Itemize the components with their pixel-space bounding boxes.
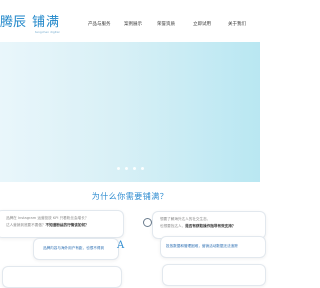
answer-a-icon: A (117, 240, 125, 251)
card-1-line-1: 品牌在 Instagram 运营投放 KPI 只看粉丝会增长？ (6, 216, 89, 220)
card-1-line-2-bold: 不知道粉丝的行情该如何？ (45, 223, 89, 227)
nav-item-trial[interactable]: 立即试用 (193, 21, 211, 27)
card-1-line-2: 达人营销到底要不要做？不知道粉丝的行情该如何？ (6, 222, 89, 228)
pain-point-card-4 (162, 264, 266, 286)
card-4-text: 投放数据和管理困难，营销活动数据无法追踪 (166, 244, 238, 248)
question-bubble-icon (143, 218, 152, 227)
logo-text-main: 铺满 (32, 15, 61, 30)
card-1-line-2-plain: 达人营销到底要不要做？ (6, 223, 46, 227)
top-navigation-bar: 腾辰 铺满 tengchen digital 产品与服务 案例展示 荣誉资质 立… (0, 0, 260, 42)
carousel-dot-1[interactable] (117, 167, 120, 170)
card-2-line-2-bold: 是否有获取操作指导有效支持？ (185, 224, 236, 228)
nav-item-honors[interactable]: 荣誉资质 (157, 21, 175, 27)
hero-banner[interactable] (0, 42, 260, 182)
nav-item-about[interactable]: 关于我们 (228, 21, 246, 27)
card-2-line-1: 想要了解海外达人的社交生态， (160, 217, 211, 221)
nav-item-products[interactable]: 产品与服务 (88, 21, 111, 27)
card-2-line-2-plain: 也想要找达人， (160, 224, 186, 228)
carousel-dot-2[interactable] (125, 167, 128, 170)
nav-item-cases[interactable]: 案例展示 (124, 21, 142, 27)
section-title: 为什么你需要铺满？ (91, 192, 169, 201)
carousel-indicators (117, 167, 144, 170)
card-3-text: 品牌内容与海外用户有距，也很不得到 (43, 246, 105, 250)
brand-logo[interactable]: 腾辰 铺满 (0, 13, 60, 31)
logo-text-partial: 腾辰 (0, 15, 27, 30)
card-2-line-2: 也想要找达人，是否有获取操作指导有效支持？ (160, 223, 235, 229)
logo-tagline: tengchen digital (35, 30, 60, 34)
pain-point-card-3 (2, 266, 122, 288)
carousel-dot-3[interactable] (133, 167, 136, 170)
carousel-dot-4[interactable] (141, 167, 144, 170)
